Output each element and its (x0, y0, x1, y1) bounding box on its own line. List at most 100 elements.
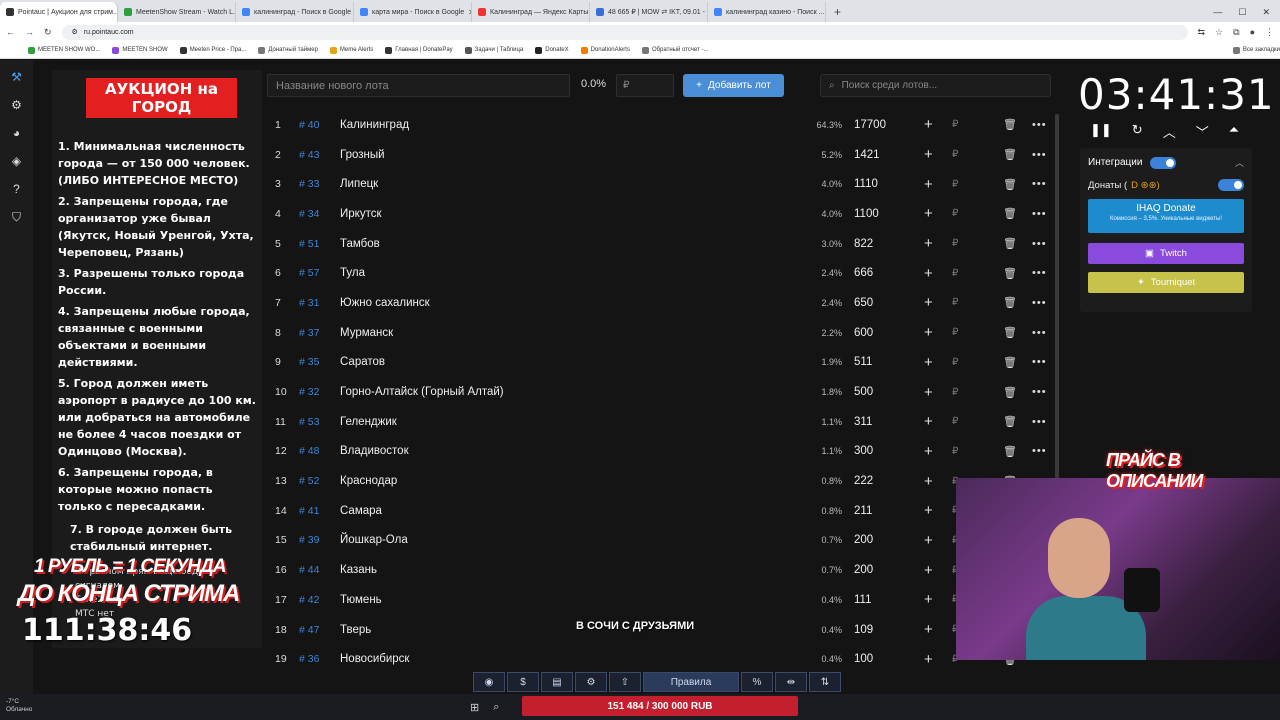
browser-tab[interactable]: карта мира - Поиск в Google✕ (354, 2, 472, 22)
browser-tab[interactable]: калининград казино - Поиск ...✕ (708, 2, 826, 22)
add-amount-icon[interactable]: + (924, 443, 933, 460)
lot-name[interactable]: Мурманск (340, 327, 393, 339)
lot-amount[interactable]: 200 (854, 534, 873, 546)
trash-icon[interactable]: 🗑 (1003, 148, 1017, 161)
weather-widget[interactable]: -7°C Облачно (6, 698, 32, 714)
lot-amount[interactable]: 211 (854, 505, 872, 517)
save-icon[interactable]: ▤ (541, 672, 573, 692)
translate-icon[interactable]: ⇆ (1198, 27, 1206, 38)
twitch-button[interactable]: ▣ Twitch (1088, 243, 1244, 264)
lot-currency-input[interactable]: ₽ (952, 208, 958, 219)
double-chevron-up-icon[interactable]: ⏶ (1229, 122, 1239, 141)
lot-id-link[interactable]: # 42 (299, 594, 319, 606)
browser-tab[interactable]: MeetenShow Stream - Watch L...✕ (118, 2, 236, 22)
lot-search-input[interactable]: ⌕ Поиск среди лотов... (820, 74, 1051, 97)
lot-id-link[interactable]: # 39 (299, 534, 319, 546)
more-options-icon[interactable]: ••• (1032, 208, 1047, 220)
bookmark-item[interactable]: Все закладки (1232, 46, 1280, 54)
rules-button[interactable]: Правила (643, 672, 739, 692)
more-options-icon[interactable]: ••• (1032, 327, 1047, 339)
lot-name[interactable]: Тамбов (340, 238, 380, 250)
add-amount-icon[interactable]: + (924, 176, 933, 193)
trash-icon[interactable]: 🗑 (1003, 445, 1017, 458)
lot-name[interactable]: Владивосток (340, 445, 409, 457)
bookmark-item[interactable]: MEETEN SHOW WO... (28, 46, 100, 54)
add-amount-icon[interactable]: + (924, 502, 933, 519)
lot-currency-input[interactable]: ₽ (952, 119, 958, 130)
bookmark-item[interactable]: Обратный отсчет -... (641, 46, 709, 54)
lot-amount[interactable]: 109 (854, 624, 873, 636)
bookmark-item[interactable]: MEETEN SHOW (112, 46, 168, 54)
trash-icon[interactable]: 🗑 (1003, 267, 1017, 280)
bookmark-item[interactable]: Задачи | Таблица (464, 46, 523, 54)
lot-amount[interactable]: 100 (854, 653, 873, 665)
lot-id-link[interactable]: # 52 (299, 475, 319, 487)
dollar-icon[interactable]: $ (507, 672, 539, 692)
tourniquet-button[interactable]: ✦ Tourniquet (1088, 272, 1244, 293)
reload-icon[interactable]: ↻ (44, 27, 52, 38)
lot-amount[interactable]: 650 (854, 297, 873, 309)
add-amount-icon[interactable]: + (924, 591, 933, 608)
lot-name[interactable]: Геленджик (340, 416, 397, 428)
add-amount-icon[interactable]: + (924, 532, 933, 549)
maximize-icon[interactable]: ☐ (1238, 7, 1246, 18)
reset-icon[interactable]: ↻ (1132, 122, 1143, 141)
trash-icon[interactable]: 🗑 (1003, 326, 1017, 339)
lot-amount[interactable]: 200 (854, 564, 873, 576)
add-amount-icon[interactable]: + (924, 324, 933, 341)
lot-id-link[interactable]: # 34 (299, 208, 319, 220)
more-options-icon[interactable]: ••• (1032, 386, 1047, 398)
add-amount-icon[interactable]: + (924, 294, 933, 311)
sort-icon[interactable]: ⇅ (809, 672, 841, 692)
lot-currency-input[interactable]: ₽ (952, 387, 958, 398)
add-amount-icon[interactable]: + (924, 562, 933, 579)
lot-amount[interactable]: 222 (854, 475, 873, 487)
layers-icon[interactable]: ◈ (10, 154, 24, 168)
lot-amount[interactable]: 822 (854, 238, 873, 250)
lot-amount[interactable]: 17700 (854, 119, 886, 131)
integrations-toggle[interactable] (1150, 156, 1177, 169)
collapse-chevron-icon[interactable]: ︿ (1235, 156, 1244, 169)
lot-amount[interactable]: 600 (854, 327, 873, 339)
lot-amount[interactable]: 111 (854, 594, 871, 606)
bookmark-item[interactable]: Meme Alerts (329, 46, 373, 54)
add-amount-icon[interactable]: + (924, 621, 933, 638)
lot-amount[interactable]: 666 (854, 267, 873, 279)
bookmark-item[interactable]: Главная | DonatePay (385, 46, 453, 54)
lot-amount[interactable]: 1110 (854, 178, 878, 190)
lot-id-link[interactable]: # 57 (299, 267, 319, 279)
lot-name[interactable]: Тула (340, 267, 365, 279)
lot-id-link[interactable]: # 36 (299, 653, 319, 665)
lot-name[interactable]: Новосибирск (340, 653, 409, 665)
windows-start-icon[interactable]: ⊞ (470, 701, 479, 714)
trash-icon[interactable]: 🗑 (1003, 237, 1017, 250)
lot-currency-input[interactable]: ₽ (952, 327, 958, 338)
lot-currency-input[interactable]: ₽ (952, 297, 958, 308)
add-lot-button[interactable]: + Добавить лот (683, 74, 784, 97)
trash-icon[interactable]: 🗑 (1003, 178, 1017, 191)
browser-menu-icon[interactable]: ⋮ (1265, 27, 1274, 38)
github-icon[interactable]: ◉ (473, 672, 505, 692)
lot-id-link[interactable]: # 41 (299, 505, 319, 517)
chevron-up-icon[interactable]: ︿ (1163, 122, 1176, 141)
more-options-icon[interactable]: ••• (1032, 238, 1047, 250)
add-amount-icon[interactable]: + (924, 651, 933, 668)
trash-icon[interactable]: 🗑 (1003, 207, 1017, 220)
lot-currency-input[interactable]: ₽ (952, 149, 958, 160)
bookmark-item[interactable]: Meeten Price - Пра... (179, 46, 246, 54)
more-options-icon[interactable]: ••• (1032, 356, 1047, 368)
auction-hammer-icon[interactable]: ⚒ (10, 70, 24, 84)
trash-icon[interactable]: 🗑 (1003, 386, 1017, 399)
lot-id-link[interactable]: # 35 (299, 356, 319, 368)
trash-icon[interactable]: 🗑 (1003, 118, 1017, 131)
lot-currency-input[interactable]: ₽ (952, 416, 958, 427)
lot-id-link[interactable]: # 37 (299, 327, 319, 339)
site-info-icon[interactable]: ⚙ (72, 28, 78, 36)
lot-amount[interactable]: 1100 (854, 208, 879, 220)
lot-name[interactable]: Липецк (340, 178, 378, 190)
more-options-icon[interactable]: ••• (1032, 297, 1047, 309)
amount-input[interactable]: ₽ (616, 74, 674, 97)
extensions-icon[interactable]: ⧉ (1233, 27, 1239, 38)
lot-name[interactable]: Грозный (340, 149, 385, 161)
lot-name[interactable]: Самара (340, 505, 382, 517)
